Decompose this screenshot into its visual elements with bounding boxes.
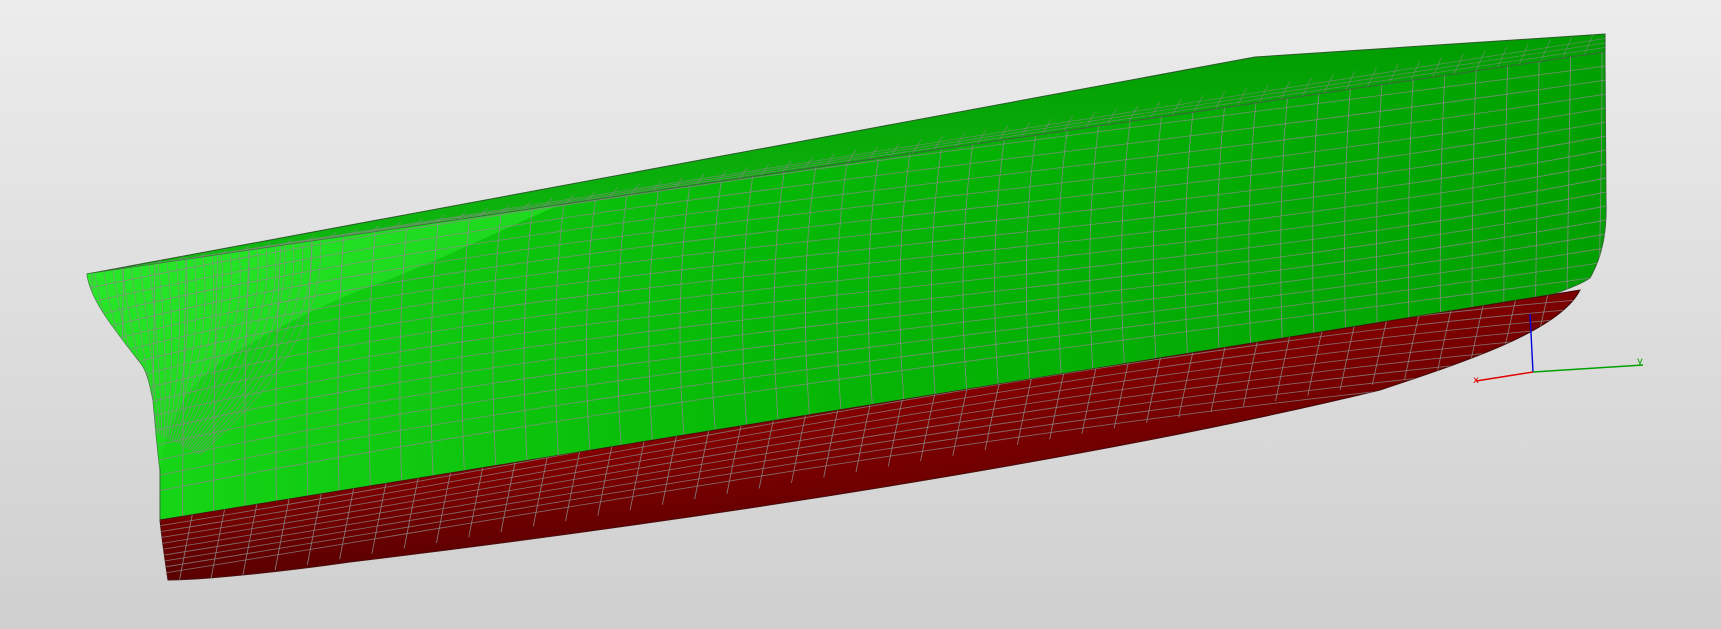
y-axis-line [1532, 364, 1644, 373]
mesh-line [160, 519, 161, 580]
3d-viewport[interactable]: x y [0, 0, 1721, 629]
mesh-line [1604, 34, 1605, 55]
y-axis-label: y [1637, 356, 1643, 367]
x-axis-line [1475, 371, 1534, 382]
x-axis-label: x [1473, 375, 1479, 386]
mesh-line [87, 273, 93, 520]
hull-scene[interactable]: x y [0, 0, 1721, 629]
